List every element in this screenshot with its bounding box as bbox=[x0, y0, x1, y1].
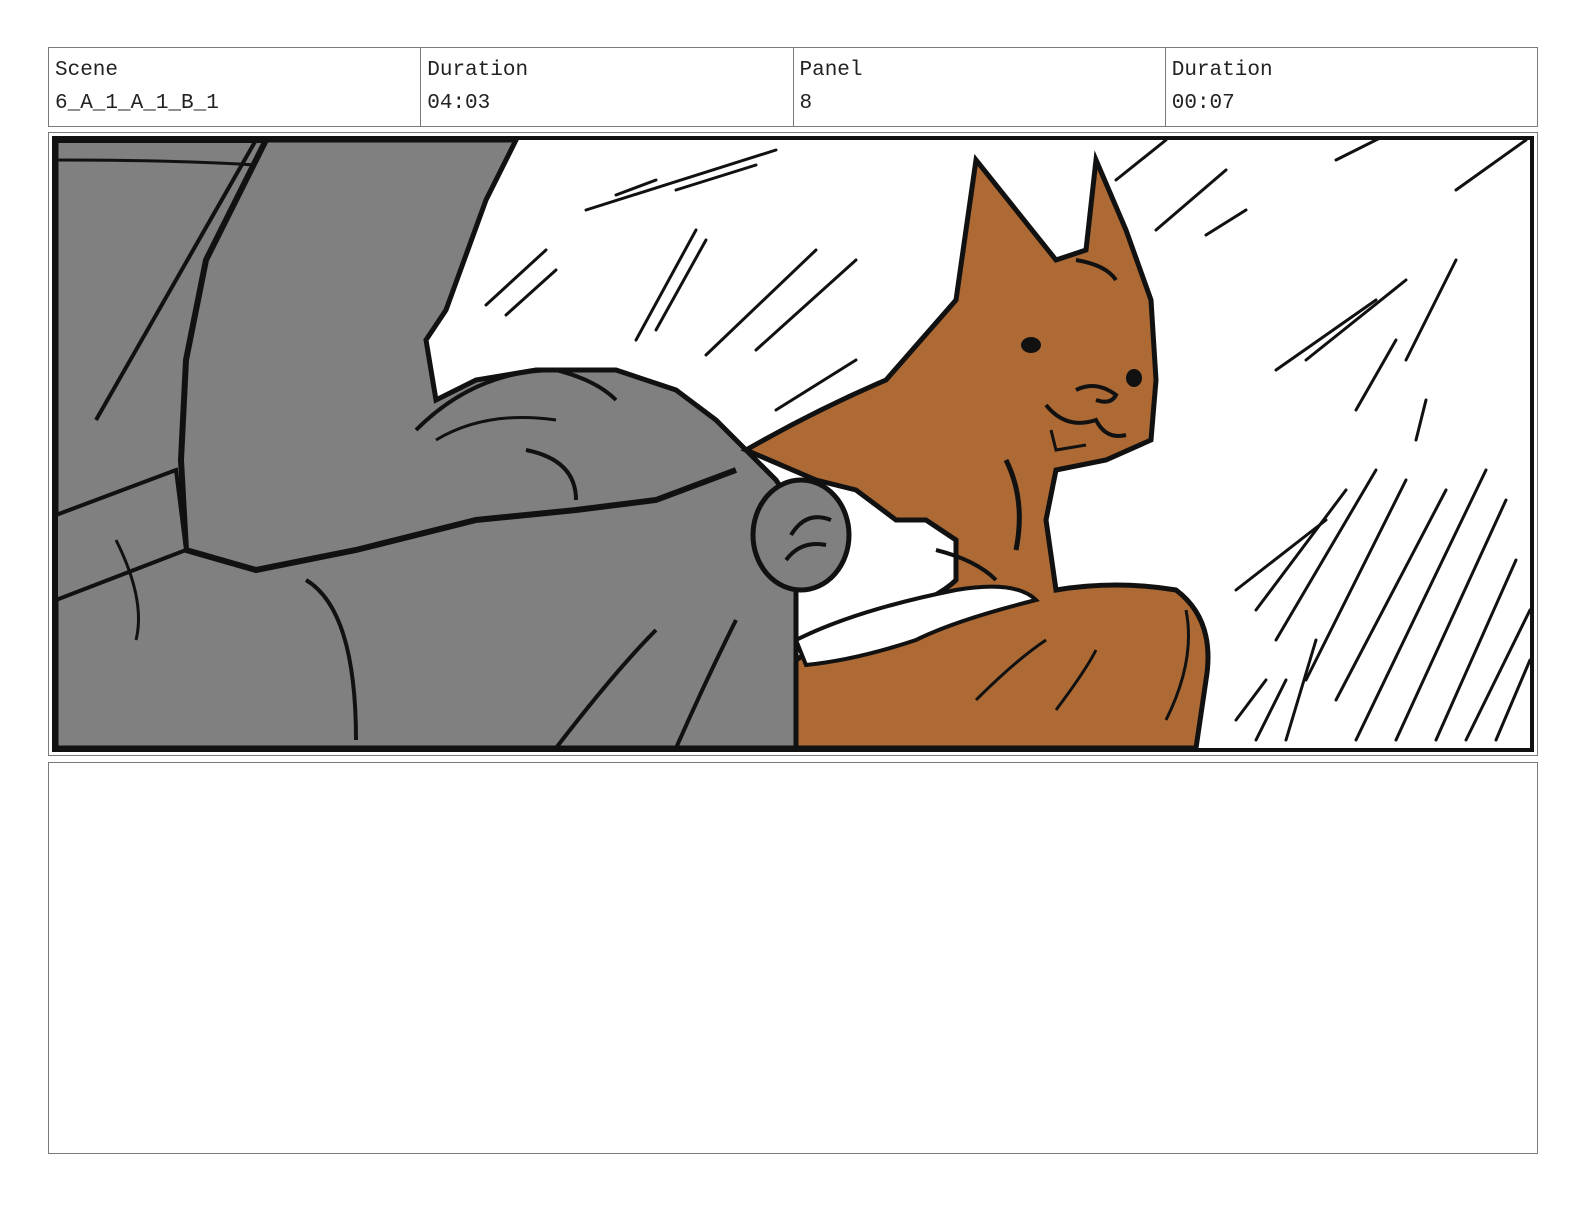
fox-eye-right bbox=[1126, 369, 1142, 387]
storyboard-drawing bbox=[52, 136, 1534, 752]
panel-label: Panel bbox=[799, 59, 863, 82]
gray-figure-hand bbox=[750, 477, 852, 593]
sketch-illustration bbox=[56, 140, 1530, 748]
panel-header-table: Scene 6_A_1_A_1_B_1 Duration 04:03 Panel… bbox=[48, 47, 1538, 127]
panel-duration-cell: Duration 00:07 bbox=[1166, 48, 1537, 126]
storyboard-panel-frame bbox=[48, 132, 1538, 756]
scene-duration-cell: Duration 04:03 bbox=[421, 48, 794, 126]
panel-cell: Panel 8 bbox=[794, 48, 1166, 126]
panel-duration-label: Duration bbox=[1171, 59, 1273, 82]
scene-cell: Scene 6_A_1_A_1_B_1 bbox=[49, 48, 422, 126]
panel-value: 8 bbox=[799, 92, 813, 115]
fox-eye-left bbox=[1021, 337, 1041, 353]
scene-value: 6_A_1_A_1_B_1 bbox=[55, 92, 219, 115]
panel-notes-box[interactable] bbox=[48, 762, 1538, 1154]
scene-duration-value: 04:03 bbox=[427, 92, 491, 115]
scene-label: Scene bbox=[55, 59, 119, 82]
panel-duration-value: 00:07 bbox=[1171, 92, 1235, 115]
scene-duration-label: Duration bbox=[427, 59, 529, 82]
